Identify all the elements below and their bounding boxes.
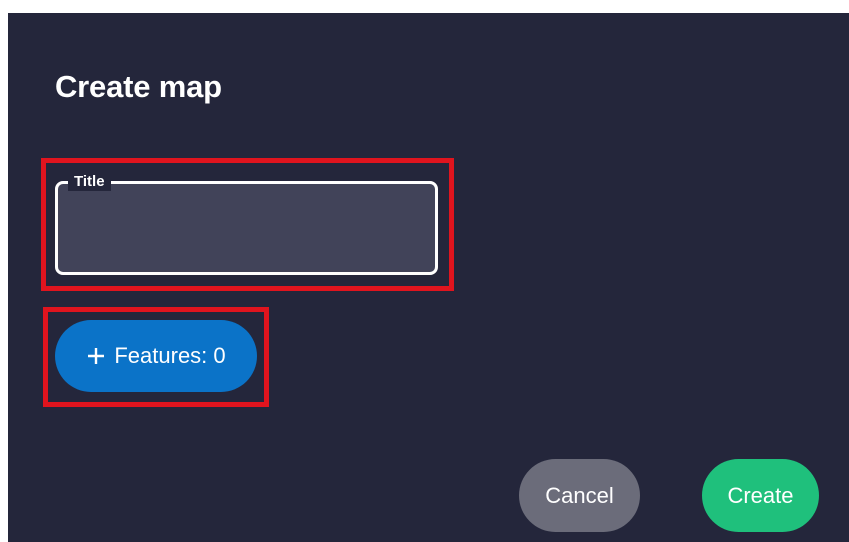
title-field-label: Title — [68, 173, 111, 191]
cancel-button[interactable]: Cancel — [519, 459, 640, 532]
dialog-title: Create map — [55, 69, 222, 104]
create-map-dialog: Create map Title Features: 0 Cancel Crea… — [8, 13, 849, 542]
title-field[interactable]: Title — [55, 173, 438, 275]
plus-icon — [88, 348, 105, 364]
create-button[interactable]: Create — [702, 459, 819, 532]
features-button-label: Features: 0 — [114, 343, 226, 368]
title-input[interactable] — [70, 212, 429, 250]
add-features-button[interactable]: Features: 0 — [55, 320, 257, 392]
